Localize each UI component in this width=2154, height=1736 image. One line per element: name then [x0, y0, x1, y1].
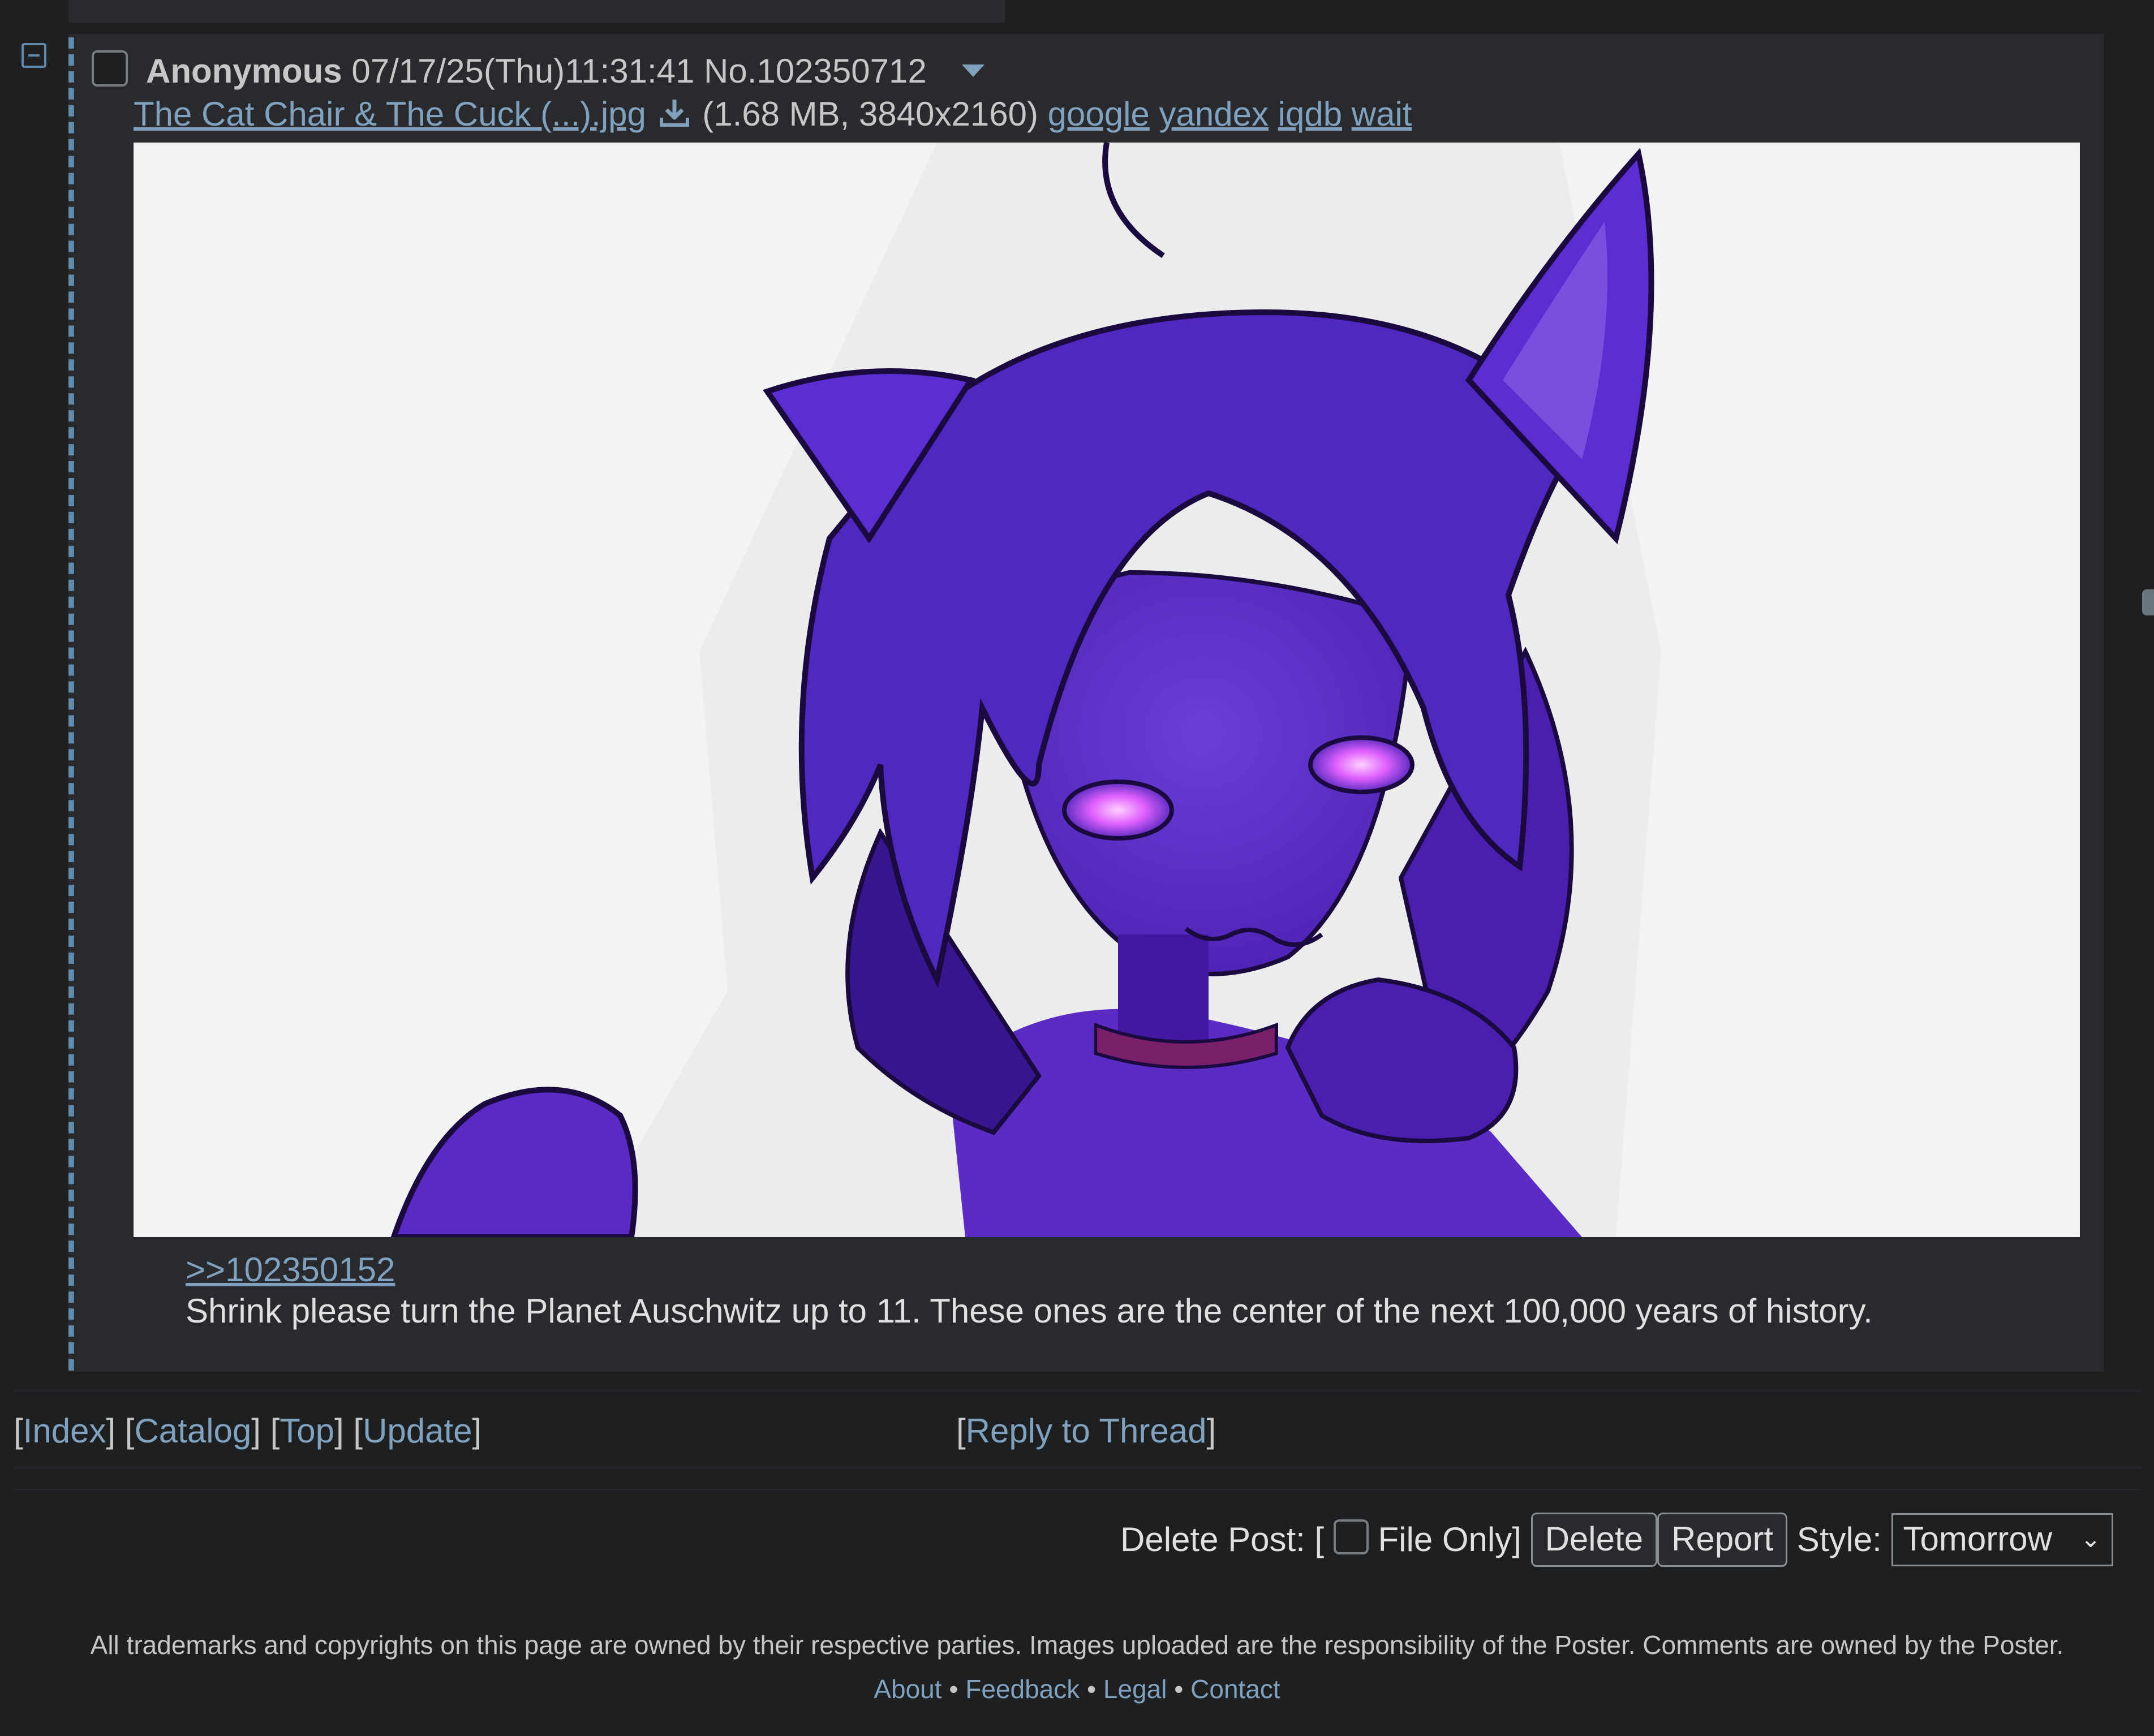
scrollbar-thumb[interactable] [2142, 589, 2154, 615]
post-datetime: 07/17/25(Thu)11:31:41 [351, 52, 695, 90]
previous-post-edge [68, 0, 1005, 23]
divider [14, 1390, 2141, 1392]
search-iqdb-link[interactable]: iqdb [1278, 95, 1342, 133]
search-wait-link[interactable]: wait [1352, 95, 1412, 133]
search-google-link[interactable]: google [1048, 95, 1150, 133]
bottom-nav-reply: [Reply to Thread] [956, 1412, 1216, 1450]
footer-separator: • [1087, 1674, 1097, 1704]
footer-contact-link[interactable]: Contact [1190, 1674, 1280, 1704]
hide-post-toggle-icon[interactable] [22, 43, 46, 68]
chevron-down-icon: ⌄ [2080, 1525, 2101, 1553]
style-select[interactable]: Tomorrow ⌄ [1891, 1513, 2113, 1566]
divider [14, 1489, 2141, 1490]
quote-link[interactable]: >>102350152 [186, 1247, 395, 1293]
style-select-value: Tomorrow [1903, 1520, 2052, 1558]
post-menu-caret-icon[interactable] [962, 64, 984, 77]
divider [14, 1467, 2141, 1468]
post-number[interactable]: No.102350712 [704, 52, 927, 90]
footer-disclaimer: All trademarks and copyrights on this pa… [90, 1630, 2064, 1660]
delete-button[interactable]: Delete [1530, 1513, 1658, 1567]
search-yandex-link[interactable]: yandex [1159, 95, 1268, 133]
bottom-nav-left: [Index] [Catalog] [Top] [Update] [14, 1412, 482, 1450]
file-info: The Cat Chair & The Cuck (...).jpg (1.68… [134, 92, 1412, 137]
nav-catalog-link[interactable]: Catalog [134, 1412, 251, 1450]
download-icon[interactable] [659, 94, 690, 139]
post-image[interactable] [134, 143, 2080, 1237]
footer-separator: • [949, 1674, 958, 1704]
thread-page: Anonymous 07/17/25(Thu)11:31:41 No.10235… [0, 0, 2154, 1736]
file-only-checkbox[interactable] [1333, 1519, 1369, 1554]
footer-feedback-link[interactable]: Feedback [965, 1674, 1080, 1704]
reply-highlight-border [68, 37, 74, 1371]
footer-separator: • [1174, 1674, 1184, 1704]
footer-legal-link[interactable]: Legal [1103, 1674, 1167, 1704]
top-strip [0, 0, 2154, 33]
nav-update-link[interactable]: Update [363, 1412, 472, 1450]
delete-post-label: Delete Post: [ [1120, 1520, 1325, 1558]
post-select-checkbox[interactable] [92, 50, 128, 87]
file-link[interactable]: The Cat Chair & The Cuck (...).jpg [134, 95, 646, 133]
poster-name: Anonymous [146, 52, 342, 90]
footer-about-link[interactable]: About [874, 1674, 941, 1704]
nav-index-link[interactable]: Index [23, 1412, 106, 1450]
post-comment: Shrink please turn the Planet Auschwitz … [186, 1292, 1873, 1330]
reply-to-thread-link[interactable]: Reply to Thread [966, 1412, 1207, 1450]
report-button[interactable]: Report [1657, 1513, 1788, 1567]
delete-form: Delete Post: [ File Only] Delete Report S… [1120, 1511, 2113, 1568]
file-meta: (1.68 MB, 3840x2160) [702, 95, 1038, 133]
nav-top-link[interactable]: Top [280, 1412, 334, 1450]
footer-links: About • Feedback • Legal • Contact [0, 1671, 2154, 1707]
post-info: Anonymous 07/17/25(Thu)11:31:41 No.10235… [146, 49, 927, 94]
file-only-label: File Only] [1378, 1520, 1521, 1558]
style-label: Style: [1796, 1520, 1882, 1558]
